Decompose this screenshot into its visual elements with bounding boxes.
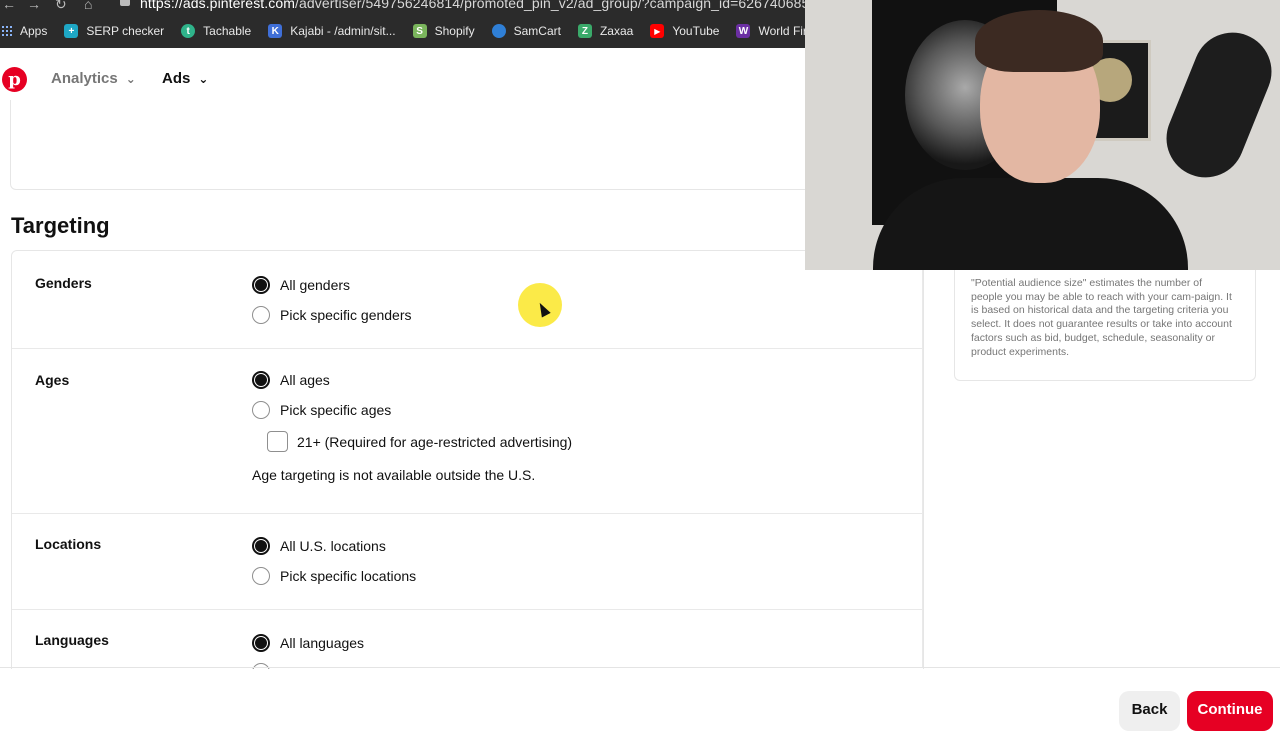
apps-grid-icon bbox=[2, 26, 12, 36]
checkbox-21-plus[interactable]: 21+ (Required for age-restricted adverti… bbox=[267, 431, 572, 452]
reload-icon[interactable]: ↻ bbox=[55, 0, 67, 13]
chevron-down-icon: ⌄ bbox=[198, 71, 209, 86]
languages-label: Languages bbox=[35, 632, 109, 648]
presenter-hair bbox=[975, 10, 1103, 72]
chevron-down-icon: ⌄ bbox=[125, 71, 136, 86]
samcart-icon bbox=[491, 24, 506, 38]
checkbox-empty-icon bbox=[267, 431, 288, 452]
radio-pick-specific-languages[interactable] bbox=[252, 663, 280, 669]
radio-pick-specific-genders[interactable]: Pick specific genders bbox=[252, 306, 412, 324]
previous-section-card bbox=[10, 100, 842, 190]
radio-all-languages[interactable]: All languages bbox=[252, 634, 364, 652]
forward-arrow-icon[interactable]: → bbox=[27, 0, 41, 12]
audience-size-card: "Potential audience size" estimates the … bbox=[954, 262, 1256, 381]
lock-icon bbox=[120, 0, 130, 6]
back-arrow-icon[interactable]: ← bbox=[2, 0, 16, 12]
continue-button[interactable]: Continue bbox=[1187, 691, 1273, 731]
radio-selected-icon bbox=[252, 537, 270, 555]
radio-all-genders[interactable]: All genders bbox=[252, 276, 350, 294]
bookmark-apps[interactable]: Apps bbox=[2, 24, 47, 38]
youtube-icon: ▶ bbox=[650, 24, 665, 38]
url-text[interactable]: https://ads.pinterest.com/advertiser/549… bbox=[140, 0, 825, 11]
radio-empty-icon bbox=[252, 567, 270, 585]
locations-label: Locations bbox=[35, 536, 102, 552]
targeting-card: Genders All genders Pick specific gender… bbox=[11, 250, 924, 669]
kajabi-icon: K bbox=[268, 24, 283, 38]
bookmark-kajabi[interactable]: K Kajabi - /admin/sit... bbox=[268, 24, 396, 38]
genders-label: Genders bbox=[35, 275, 92, 291]
radio-all-us-locations[interactable]: All U.S. locations bbox=[252, 537, 386, 555]
age-targeting-note: Age targeting is not available outside t… bbox=[252, 467, 536, 483]
genders-row: Genders All genders Pick specific gender… bbox=[12, 251, 923, 349]
radio-empty-icon bbox=[252, 401, 270, 419]
radio-all-ages[interactable]: All ages bbox=[252, 371, 330, 389]
radio-empty-icon bbox=[252, 306, 270, 324]
targeting-title: Targeting bbox=[11, 213, 110, 238]
t-icon: t bbox=[181, 24, 196, 38]
pinterest-logo-icon[interactable]: p bbox=[2, 67, 27, 92]
nav-ads[interactable]: Ads ⌄ bbox=[162, 70, 208, 87]
languages-row: Languages All languages bbox=[12, 609, 923, 669]
plus-icon: + bbox=[64, 24, 79, 38]
panel-divider bbox=[922, 262, 923, 668]
radio-selected-icon bbox=[252, 634, 270, 652]
nav-analytics[interactable]: Analytics ⌄ bbox=[51, 70, 136, 87]
home-icon[interactable]: ⌂ bbox=[84, 0, 92, 12]
bookmark-zaxaa[interactable]: Z Zaxaa bbox=[577, 24, 633, 38]
bookmark-youtube[interactable]: ▶ YouTube bbox=[650, 24, 719, 38]
bookmark-tachable[interactable]: t Tachable bbox=[181, 24, 251, 38]
radio-empty-icon bbox=[252, 663, 270, 669]
radio-selected-icon bbox=[252, 276, 270, 294]
footer-divider bbox=[0, 667, 1280, 668]
presenter-body bbox=[873, 178, 1188, 270]
bookmark-samcart[interactable]: SamCart bbox=[491, 24, 561, 38]
shopify-icon: S bbox=[412, 24, 427, 38]
audience-size-note: "Potential audience size" estimates the … bbox=[971, 277, 1232, 358]
radio-pick-specific-ages[interactable]: Pick specific ages bbox=[252, 401, 391, 419]
webcam-overlay bbox=[805, 0, 1280, 270]
ages-label: Ages bbox=[35, 372, 70, 388]
radio-pick-specific-locations[interactable]: Pick specific locations bbox=[252, 567, 416, 585]
microphone-icon bbox=[1154, 20, 1280, 190]
w-icon: W bbox=[736, 24, 751, 38]
back-button[interactable]: Back bbox=[1119, 691, 1180, 731]
radio-selected-icon bbox=[252, 371, 270, 389]
bookmark-shopify[interactable]: S Shopify bbox=[412, 24, 475, 38]
z-icon: Z bbox=[577, 24, 592, 38]
ages-row: Ages All ages Pick specific ages 21+ (Re… bbox=[12, 348, 923, 514]
bookmark-serp-checker[interactable]: + SERP checker bbox=[64, 24, 164, 38]
locations-row: Locations All U.S. locations Pick specif… bbox=[12, 513, 923, 610]
